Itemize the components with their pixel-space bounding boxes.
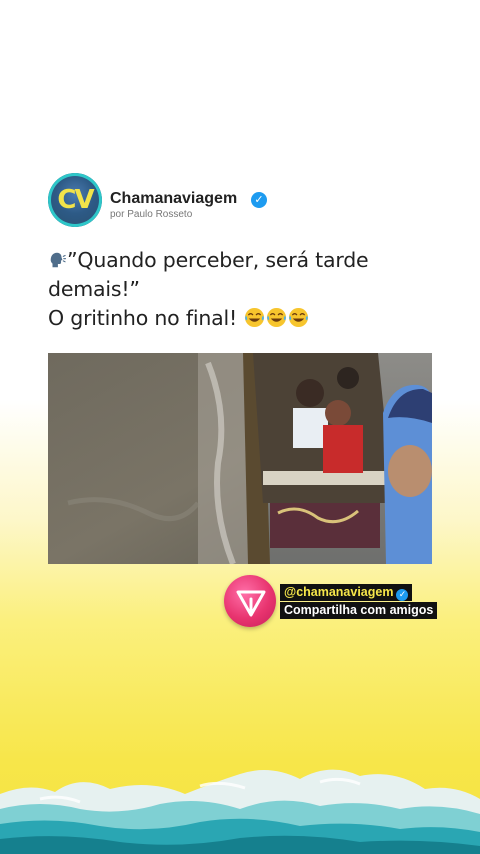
share-cta: Compartilha com amigos bbox=[280, 602, 438, 619]
post-header: CV Chamanaviagem ✓ por Paulo Rosseto bbox=[48, 172, 438, 228]
account-name[interactable]: Chamanaviagem bbox=[110, 190, 237, 208]
share-handle-text: @chamanaviagem bbox=[284, 585, 394, 599]
post-text-line-2: demais!” bbox=[48, 277, 140, 301]
laughing-tears-emoji bbox=[289, 307, 309, 328]
post-text-line-3-text: O gritinho no final! bbox=[48, 306, 237, 330]
post-text-line-1: ”Quando perceber, será tarde bbox=[48, 246, 438, 275]
video-thumbnail[interactable] bbox=[48, 353, 432, 564]
share-arrow-icon[interactable] bbox=[224, 575, 276, 627]
avatar-monogram: CV bbox=[57, 185, 94, 215]
speaking-head-icon bbox=[50, 252, 66, 268]
share-handle: @chamanaviagem ✓ bbox=[280, 584, 413, 601]
verified-badge-icon: ✓ bbox=[251, 192, 267, 208]
share-banner[interactable]: @chamanaviagem ✓ Compartilha com amigos bbox=[224, 574, 438, 628]
byline: por Paulo Rosseto bbox=[110, 209, 193, 220]
post-text-line-3: O gritinho no final! bbox=[48, 304, 438, 333]
avatar[interactable]: CV bbox=[48, 173, 102, 227]
video-frame-illustration bbox=[48, 353, 432, 564]
laughing-tears-emoji bbox=[245, 307, 265, 328]
post-text: ”Quando perceber, será tarde demais!” O … bbox=[48, 246, 438, 333]
verified-badge-icon: ✓ bbox=[396, 589, 409, 601]
laughing-tears-emoji bbox=[267, 307, 287, 328]
post-text-line-1-text: ”Quando perceber, será tarde bbox=[67, 248, 369, 272]
sea-waves-decoration bbox=[0, 769, 480, 854]
